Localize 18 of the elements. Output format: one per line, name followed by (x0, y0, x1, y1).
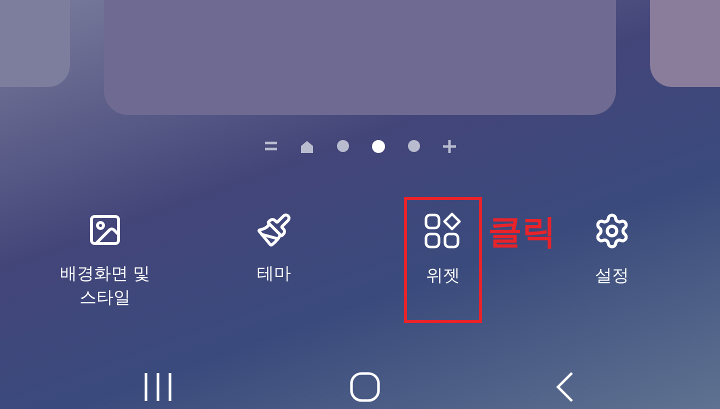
home-button-icon[interactable] (350, 372, 380, 402)
menu-label: 설정 (595, 265, 629, 287)
menu-item[interactable]: 배경화면 및 스타일 (38, 197, 172, 323)
menu-label: 테마 (257, 263, 291, 285)
menu-label: 위젯 (426, 265, 460, 287)
widgets-icon (424, 212, 462, 250)
recents-icon[interactable] (143, 373, 173, 401)
plus-icon[interactable] (442, 140, 456, 152)
highlight-frame[interactable]: 위젯 (404, 197, 482, 323)
menu-label: 배경화면 및 스타일 (59, 263, 151, 309)
menu-item[interactable]: 테마 (235, 197, 313, 323)
paintbrush-icon (256, 212, 292, 248)
image-icon (87, 212, 123, 248)
annotation-text: 클릭 (488, 212, 556, 253)
menu-item[interactable]: 설정 (573, 197, 651, 323)
home-icon[interactable] (300, 140, 314, 152)
menu-icon[interactable] (264, 141, 276, 151)
back-icon[interactable] (556, 372, 574, 402)
